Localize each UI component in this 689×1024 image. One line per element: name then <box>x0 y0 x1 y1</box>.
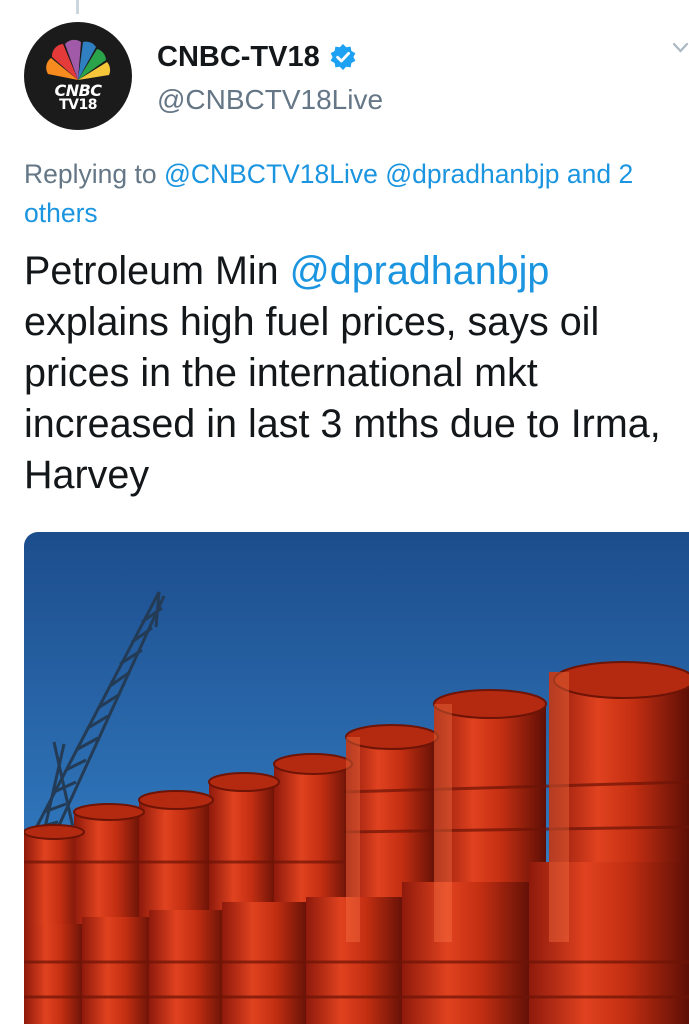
avatar-text-tv18: TV18 <box>59 97 97 113</box>
tweet-media-photo[interactable] <box>24 532 689 1024</box>
replying-to-label: Replying to <box>24 159 157 189</box>
photo-oil-barrels-crane-icon <box>24 532 689 1024</box>
reply-mention-cnbctv18[interactable]: @CNBCTV18Live <box>164 159 378 189</box>
chevron-down-icon[interactable] <box>672 40 689 54</box>
replying-to-line: Replying to @CNBCTV18Live @dpradhanbjp a… <box>24 155 689 233</box>
avatar[interactable]: CNBC TV18 <box>24 22 132 130</box>
display-name-row[interactable]: CNBC-TV18 <box>157 40 357 74</box>
user-handle[interactable]: @CNBCTV18Live <box>157 84 383 116</box>
tweet-text-body: explains high fuel prices, says oil pric… <box>24 300 661 497</box>
tweet-text-prefix: Petroleum Min <box>24 249 279 293</box>
tweet-mention-dpradhanbjp[interactable]: @dpradhanbjp <box>290 249 550 293</box>
display-name[interactable]: CNBC-TV18 <box>157 40 320 74</box>
verified-badge-icon <box>329 43 357 71</box>
peacock-logo-icon <box>46 39 111 80</box>
reply-mention-dpradhanbjp[interactable]: @dpradhanbjp <box>385 159 559 189</box>
thread-line <box>76 0 79 14</box>
tweet-text: Petroleum Min @dpradhanbjp explains high… <box>24 246 689 501</box>
